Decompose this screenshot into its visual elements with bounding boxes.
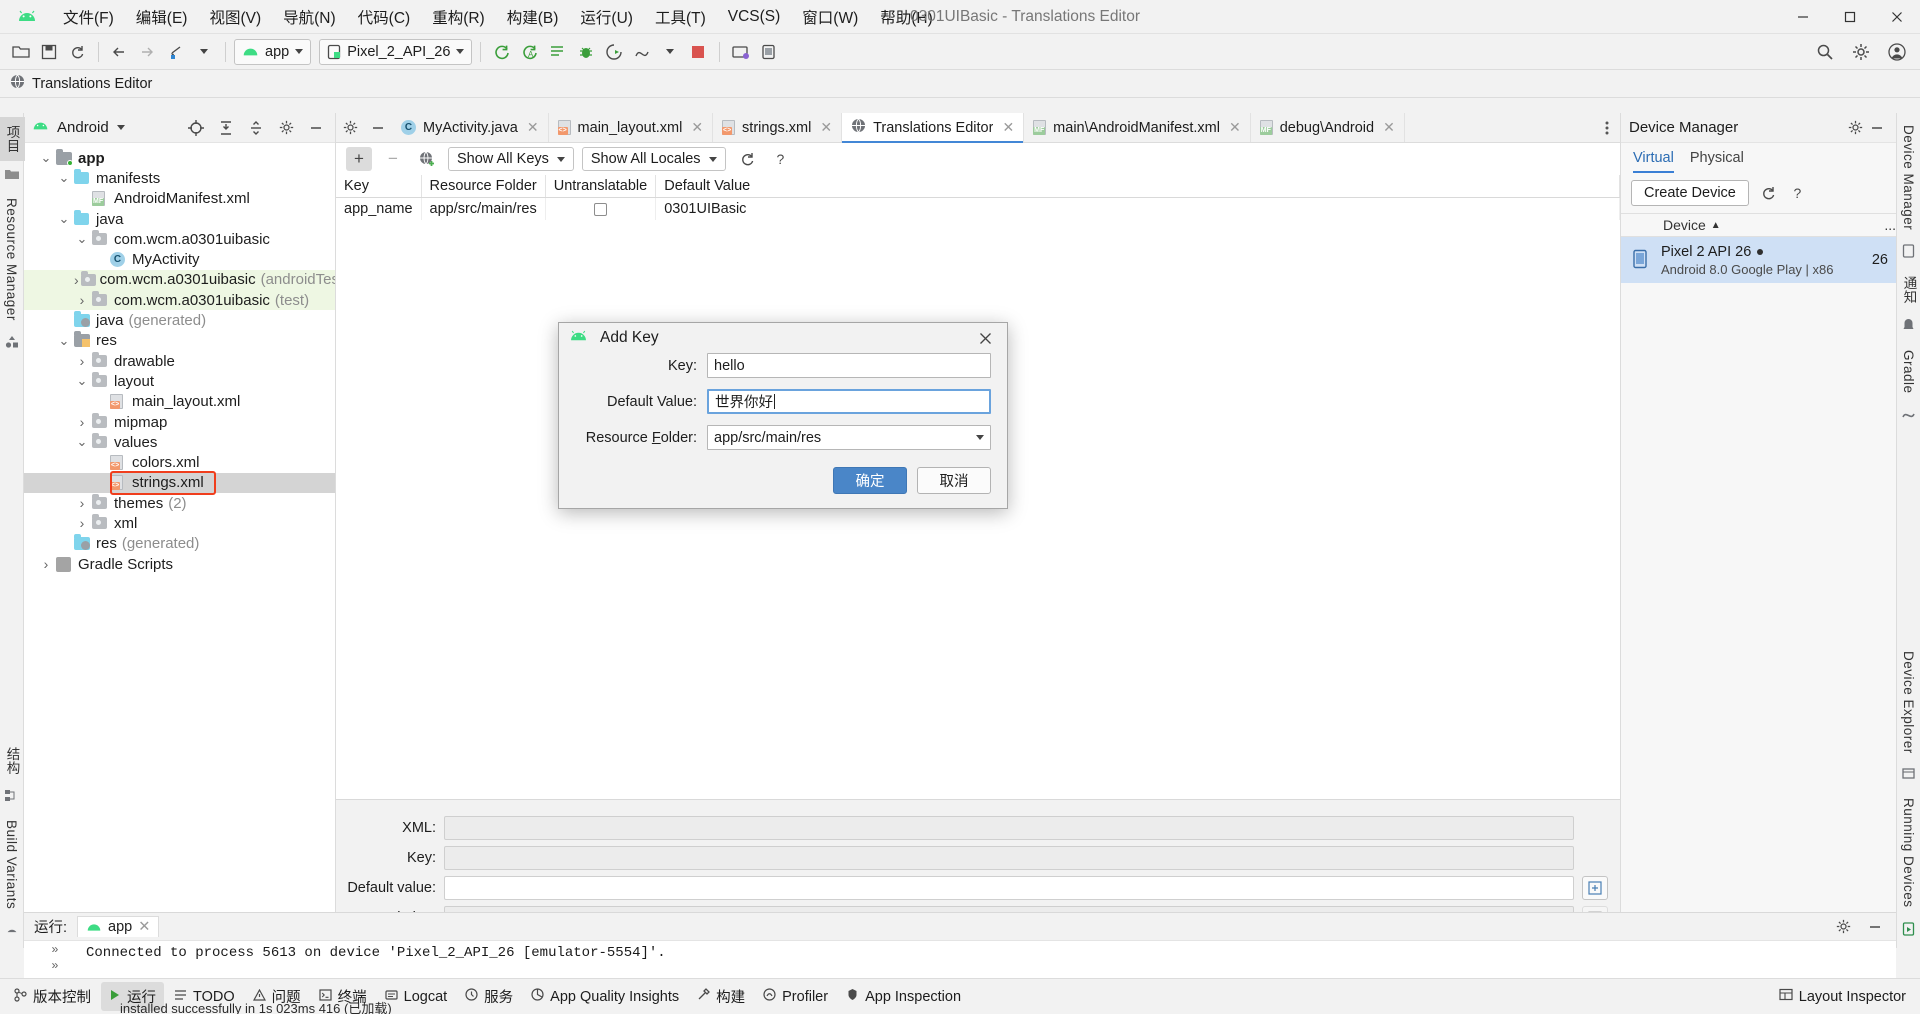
android-icon [569,330,588,347]
dialog-title: Add Key [600,329,659,346]
dialog-resource-folder-select[interactable]: app/src/main/res [707,425,991,450]
chevron-down-icon [976,435,984,440]
modal-overlay: Add Key Key: hello Default Value: 世界你好 R… [0,0,1920,1014]
folder-label-pre: Resource [585,429,652,446]
dialog-key-input[interactable]: hello [707,353,991,378]
dialog-resource-folder-value: app/src/main/res [714,429,822,446]
ok-button[interactable]: 确定 [833,467,907,494]
text-caret [774,394,775,409]
dialog-default-value-text: 世界你好 [715,395,773,411]
dialog-row-default-value: Default Value: 世界你好 [575,389,991,414]
folder-label-post: older: [660,429,697,446]
dialog-body: Key: hello Default Value: 世界你好 Resource … [559,353,1007,461]
dialog-row-resource-folder: Resource Folder: app/src/main/res [575,425,991,450]
dialog-default-value-input[interactable]: 世界你好 [707,389,991,414]
dialog-resource-folder-label: Resource Folder: [575,430,697,446]
folder-label-mnemonic: F [651,429,661,446]
close-icon[interactable] [973,326,997,350]
dialog-footer: 确定 取消 [559,467,1007,508]
dialog-row-key: Key: hello [575,353,991,378]
cancel-button[interactable]: 取消 [917,467,991,494]
dialog-default-value-label: Default Value: [606,393,697,410]
dialog-key-label: Key: [667,357,697,374]
android-studio-window: 文件(F) 编辑(E) 视图(V) 导航(N) 代码(C) 重构(R) 构建(B… [0,0,1920,1014]
add-key-dialog: Add Key Key: hello Default Value: 世界你好 R… [558,322,1008,509]
dialog-title-bar: Add Key [559,323,1007,353]
